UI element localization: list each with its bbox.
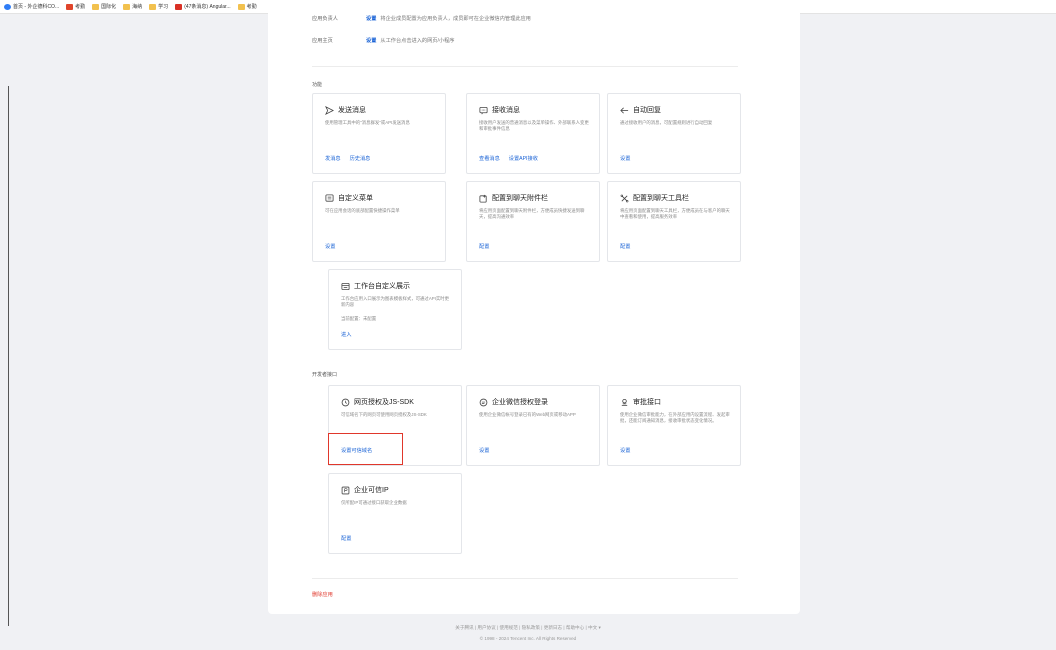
app-detail-panel: 应用负责人 设置 将企业成员配置为应用负责人，成员即可在企业微信内管理此应用 应… [268,0,800,614]
bookmark-haina[interactable]: 海纳 [123,3,142,10]
app-homepage-row: 应用主页 设置 从工作台点击进入的网页/小程序 [312,37,454,44]
tile-desc: 可信域名下的网页可使用网页授权及JS-SDK [341,412,427,417]
divider [312,578,738,579]
app-owner-desc: 将企业成员配置为应用负责人，成员即可在企业微信内管理此应用 [380,16,531,22]
receive-icon [479,106,488,115]
divider [312,66,738,67]
bookmark-label: 考勤 [246,4,257,10]
approval-icon [620,398,629,407]
tile-desc: 接收用户发送的普通消息以及菜单操作、外部联系人变更和审批事件信息 [479,120,589,131]
bookmark-label: 海纳 [132,4,143,10]
wecom-login-icon [479,398,488,407]
folder-icon [123,3,131,10]
tile-desc: 工作台应用入口展示为图表模板样式，可通过API实时更新内容 [341,296,450,307]
bookmark-label: (47条消息) Angular... [184,4,231,10]
app-homepage-label: 应用主页 [312,38,333,44]
web-auth-icon [341,398,350,407]
tile-desc: 仅所配IP可通过接口获取企业数据 [341,500,407,505]
tile-desc: 将应用页面配置到聊天工具栏，方便成员在与客户的聊天中查看和使用，提高服务效率 [620,208,730,219]
bookmark-label: 考勤 [75,4,86,10]
tile-desc: 使用管理工具中的"消息群发"或API发送消息 [325,120,410,125]
auto-reply-set-link[interactable]: 设置 [620,155,630,162]
tile-receive-message: 接收消息 接收用户发送的普通消息以及菜单操作、外部联系人变更和审批事件信息 查看… [466,93,600,174]
tile-desc: 使用企业微信帐号登录已有的Web网页或移动APP [479,412,576,417]
message-history-link[interactable]: 历史消息 [350,155,371,162]
tile-title: 网页授权及JS-SDK [354,399,414,406]
tile-wecom-login: 企业微信授权登录 使用企业微信帐号登录已有的Web网页或移动APP 设置 [466,385,600,466]
tile-title: 接收消息 [492,107,520,114]
bookmark-attendance[interactable]: 考勤 [66,3,85,10]
app-owner-set-link[interactable]: 设置 [366,15,376,22]
tile-desc: 将应用页面配置到聊天附件栏，方便成员快捷发送到聊天，提高沟通效率 [479,208,585,219]
tile-title: 审批接口 [633,399,661,406]
workbench-enter-link[interactable]: 进入 [341,331,351,338]
send-message-link[interactable]: 发消息 [325,155,341,162]
bookmark-home[interactable]: 首页 - 外企德科CO... [4,3,59,10]
app-owner-row: 应用负责人 设置 将企业成员配置为应用负责人，成员即可在企业微信内管理此应用 [312,15,531,22]
footer-copyright: © 1998 - 2024 Tencent Inc. All Rights Re… [479,636,577,641]
tile-trusted-ip: 企业可信IP 仅所配IP可通过接口获取企业数据 配置 [328,473,462,554]
workbench-current-config: 当前配置：未配置 [341,316,377,321]
tile-chat-attachment: 配置到聊天附件栏 将应用页面配置到聊天附件栏，方便成员快捷发送到聊天，提高沟通效… [466,181,600,262]
home-icon [4,3,11,10]
tile-title: 发送消息 [338,107,366,114]
bookmark-i18n[interactable]: 国际化 [92,3,116,10]
tile-title: 配置到聊天附件栏 [492,195,548,202]
tile-title: 自动回复 [633,107,661,114]
tile-title: 自定义菜单 [338,195,373,202]
features-section-title: 功能 [312,82,323,88]
csdn-icon [175,3,183,10]
ip-icon [341,486,350,495]
app-homepage-set-link[interactable]: 设置 [366,37,376,44]
app-homepage-desc: 从工作台点击进入的网页/小程序 [380,38,455,44]
folder-icon [92,3,100,10]
tile-workbench-display: 工作台自定义展示 工作台应用入口展示为图表模板样式，可通过API实时更新内容 当… [328,269,462,350]
red-app-icon [66,3,74,10]
tile-title: 企业可信IP [354,487,389,494]
set-api-receive-link[interactable]: 设置API接收 [509,155,538,162]
approval-api-set-link[interactable]: 设置 [620,447,630,454]
wecom-login-set-link[interactable]: 设置 [479,447,489,454]
menu-icon [325,193,334,203]
tile-custom-menu: 自定义菜单 可在应用会话的底部配置快捷操作菜单 设置 [312,181,446,262]
tile-title: 工作台自定义展示 [354,283,410,290]
footer-links[interactable]: 关于腾讯 | 用户协议 | 使用规范 | 隐私政策 | 更新日志 | 帮助中心 … [0,625,1056,631]
view-messages-link[interactable]: 查看消息 [479,155,500,162]
tile-auto-reply: 自动回复 通过接收用户的消息，可配置规则进行自动回复 设置 [607,93,741,174]
bookmark-csdn[interactable]: (47条消息) Angular... [175,3,231,10]
custom-menu-set-link[interactable]: 设置 [325,243,335,250]
page-edge-line [8,86,9,626]
tile-chat-toolbar: 配置到聊天工具栏 将应用页面配置到聊天工具栏，方便成员在与客户的聊天中查看和使用… [607,181,741,262]
dev-section-title: 开发者接口 [312,372,338,378]
tile-desc: 使用企业微信审批能力，在外部应用内设置流程、发起审批，还能订阅通知消息，接收审批… [620,412,730,423]
send-icon [325,105,334,115]
reply-icon [620,106,629,115]
chat-toolbar-config-link[interactable]: 配置 [620,243,630,250]
trusted-ip-config-link[interactable]: 配置 [341,535,351,542]
tile-title: 企业微信授权登录 [492,399,548,406]
attachment-icon [479,194,488,203]
folder-icon [149,3,157,10]
workbench-icon [341,282,350,291]
bookmark-label: 首页 - 外企德科CO... [13,4,60,10]
folder-icon [237,3,245,10]
chat-attachment-config-link[interactable]: 配置 [479,243,489,250]
bookmark-study[interactable]: 学习 [149,3,168,10]
tile-send-message: 发送消息 使用管理工具中的"消息群发"或API发送消息 发消息 历史消息 [312,93,446,174]
tile-approval-api: 审批接口 使用企业微信审批能力，在外部应用内设置流程、发起审批，还能订阅通知消息… [607,385,741,466]
tile-desc: 通过接收用户的消息，可配置规则进行自动回复 [620,120,713,125]
app-owner-label: 应用负责人 [312,16,338,22]
bookmark-label: 国际化 [101,4,117,10]
tile-desc: 可在应用会话的底部配置快捷操作菜单 [325,208,400,213]
tile-title: 配置到聊天工具栏 [633,195,689,202]
delete-app-link[interactable]: 删除应用 [312,591,333,598]
bookmark-attendance-2[interactable]: 考勤 [237,3,257,10]
bookmark-label: 学习 [158,4,169,10]
toolbar-icon [620,194,629,203]
highlight-box [328,433,403,465]
